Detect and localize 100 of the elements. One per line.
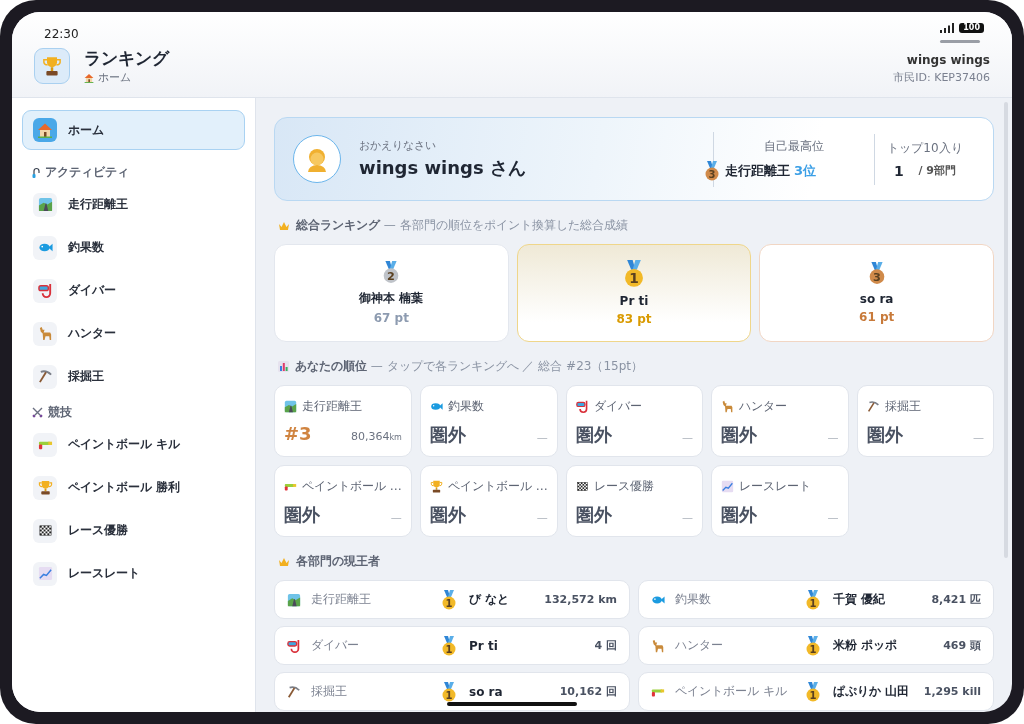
champion-row[interactable]: 釣果数 1 千賀 優紀 8,421 匹 [638, 580, 994, 619]
section-heading: あなたの順位 — タップで各ランキングへ ／ 総合 #23（15pt） [295, 358, 643, 375]
champion-row[interactable]: ハンター 1 米粉 ポッポ 469 頭 [638, 626, 994, 665]
snorkel-mask-icon [37, 283, 53, 298]
rank-card[interactable]: ペイントボール … 圏外 — [419, 465, 558, 537]
rank-value: 圏外 [429, 503, 466, 527]
sidebar-item[interactable]: ペイントボール キル [22, 423, 245, 466]
section-heading: アクティビティ [45, 164, 129, 181]
record-value: 80,364km [350, 430, 402, 443]
points: 83 pt [616, 312, 652, 327]
deer-icon [651, 638, 665, 653]
champion-row[interactable]: ダイバー 1 Pr ti 4 回 [274, 626, 630, 665]
pickaxe-icon [866, 400, 880, 413]
player-name: 米粉 ポッポ [833, 637, 899, 654]
road-icon [287, 592, 301, 607]
best-rank: 走行距離王 3位 [724, 161, 818, 180]
record-value: 132,572 km [544, 593, 617, 606]
points: 61 pt [859, 309, 895, 324]
record-value: — [390, 511, 402, 524]
category-label: 採掘王 [884, 398, 921, 415]
podium-card[interactable]: 3 so ra 61 pt [759, 244, 994, 342]
bar-chart-icon [278, 361, 289, 372]
sidebar-item[interactable]: 採掘王 [22, 355, 245, 398]
trophy-icon [42, 56, 62, 76]
rank-value: 圏外 [429, 423, 466, 447]
line-chart-icon [721, 480, 735, 493]
category-label: ハンター [739, 398, 788, 415]
deer-icon [37, 326, 53, 341]
rank-card[interactable]: 採掘王 圏外 — [856, 385, 994, 457]
category-label: ペイントボール キル [675, 683, 788, 700]
rank-value: 圏外 [721, 423, 758, 447]
snorkel-mask-icon [287, 638, 301, 653]
user-name: wings wings [906, 53, 990, 67]
player-name: 御神本 楠葉 [359, 290, 424, 308]
champion-row[interactable]: 走行距離王 1 び なと 132,572 km [274, 580, 630, 619]
window-handle[interactable] [940, 40, 980, 43]
record-value: 10,162 回 [559, 684, 617, 699]
rank-card[interactable]: ハンター 圏外 — [711, 385, 849, 457]
deer-icon [721, 400, 735, 413]
player-name: ぱぷりか 山田 [833, 683, 911, 700]
record-value: — [682, 511, 694, 524]
page-title: ランキング [84, 47, 169, 70]
stat-label: 自己最高位 [764, 137, 824, 155]
category-label: ペイントボール … [302, 478, 402, 495]
record-value: — [682, 431, 694, 444]
record-value: 4 回 [594, 638, 617, 653]
champion-row[interactable]: ペイントボール キル 1 ぱぷりか 山田 1,295 kill [638, 672, 994, 711]
breadcrumb[interactable]: ホーム [98, 70, 131, 85]
rank-card[interactable]: 釣果数 圏外 — [419, 385, 558, 457]
snorkel-mask-icon [575, 400, 589, 413]
record-value: — [973, 431, 984, 444]
sidebar-item[interactable]: 走行距離王 [22, 183, 245, 226]
category-label: ダイバー [311, 637, 360, 654]
greeting: おかえりなさい [359, 138, 436, 153]
rank-card[interactable]: レース優勝 圏外 — [565, 465, 704, 537]
rank-card[interactable]: ペイントボール … 圏外 — [274, 465, 412, 537]
crown-icon [278, 556, 290, 567]
podium-card[interactable]: 1 Pr ti 83 pt [516, 244, 752, 342]
top10-count: 1 / 9部門 [894, 162, 956, 179]
rank-card[interactable]: 走行距離王 #3 80,364km [274, 385, 412, 457]
house-icon [37, 122, 53, 138]
section-heading: 競技 [48, 404, 72, 421]
player-name: び なと [469, 591, 511, 608]
player-name: Pr ti [469, 638, 499, 653]
line-chart-icon [37, 566, 53, 581]
home-indicator[interactable] [447, 702, 577, 706]
sidebar-item[interactable]: ホーム [22, 110, 245, 150]
user-greeting-name: wings wings さん [359, 156, 526, 180]
rank-value: #3 [284, 423, 312, 444]
battery-indicator: 100 [959, 23, 984, 33]
category-label: 釣果数 [447, 398, 484, 415]
section-heading: 各部門の現王者 [296, 553, 380, 570]
sidebar-item[interactable]: レース優勝 [22, 509, 245, 552]
road-icon [284, 400, 297, 413]
fish-icon [429, 400, 443, 413]
sidebar-item[interactable]: ハンター [22, 312, 245, 355]
podium-card[interactable]: 2 御神本 楠葉 67 pt [274, 244, 509, 342]
sidebar-item[interactable]: ダイバー [22, 269, 245, 312]
pickaxe-icon [37, 369, 53, 384]
record-value: — [827, 511, 839, 524]
checkered-flag-icon [37, 523, 53, 538]
category-label: ペイントボール … [447, 478, 548, 495]
pickaxe-icon [287, 684, 301, 699]
sidebar-item[interactable]: 釣果数 [22, 226, 245, 269]
crown-icon [278, 220, 290, 231]
record-value: — [827, 431, 839, 444]
rank-card[interactable]: ダイバー 圏外 — [565, 385, 704, 457]
rank-card[interactable]: レースレート 圏外 — [711, 465, 849, 537]
category-label: 釣果数 [675, 591, 712, 608]
record-value: 469 頭 [943, 638, 981, 653]
rank-value: 圏外 [575, 423, 612, 447]
sidebar-item[interactable]: レースレート [22, 552, 245, 595]
category-label: 採掘王 [311, 683, 348, 700]
sidebar-item[interactable]: ペイントボール 勝利 [22, 466, 245, 509]
avatar [293, 135, 341, 183]
trophy-icon [429, 480, 443, 493]
champion-row[interactable]: 採掘王 1 so ra 10,162 回 [274, 672, 630, 711]
player-name: so ra [859, 291, 894, 306]
category-label: ハンター [675, 637, 724, 654]
category-label: レースレート [739, 478, 812, 495]
